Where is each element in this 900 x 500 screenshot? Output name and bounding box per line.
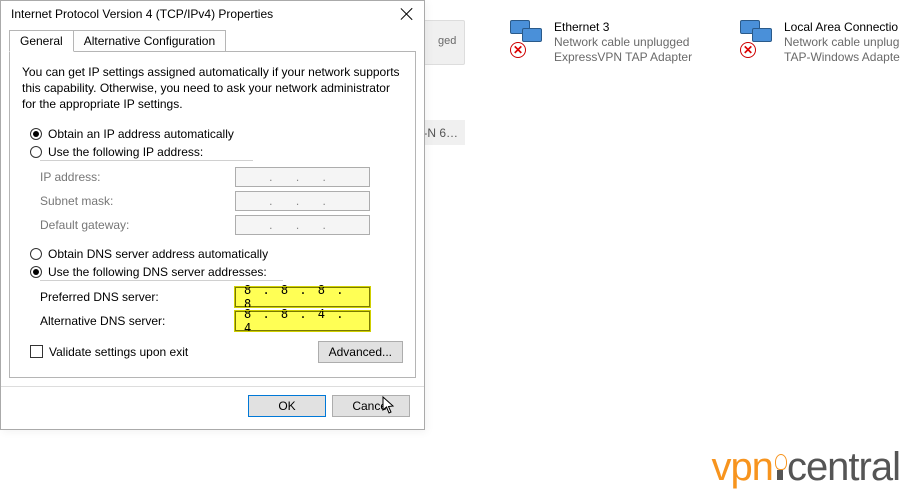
adapter-name: Local Area Connectio [784, 20, 900, 35]
input-preferred-dns[interactable]: 8 . 8 . 8 . 8 [235, 287, 370, 307]
adapter-status: Network cable unplug [784, 35, 900, 50]
label-preferred-dns: Preferred DNS server: [40, 290, 235, 304]
radio-dns-manual-row[interactable]: Use the following DNS server addresses: [30, 265, 403, 279]
intro-text: You can get IP settings assigned automat… [22, 64, 403, 113]
adapter-status: Network cable unplugged [554, 35, 692, 50]
label-subnet-mask: Subnet mask: [40, 194, 235, 208]
checkbox-validate[interactable] [30, 345, 43, 358]
adapter-item-ethernet3[interactable]: ✕ Ethernet 3 Network cable unplugged Exp… [510, 20, 692, 65]
checkbox-validate-label: Validate settings upon exit [49, 345, 188, 359]
tab-general[interactable]: General [9, 30, 74, 52]
input-default-gateway: . . . [235, 215, 370, 235]
tab-strip: General Alternative Configuration [9, 30, 416, 52]
input-subnet-mask: . . . [235, 191, 370, 211]
network-adapter-icon: ✕ [510, 20, 548, 58]
tab-alternative-configuration[interactable]: Alternative Configuration [73, 30, 226, 52]
cancel-button[interactable]: Cancel [332, 395, 410, 417]
advanced-button[interactable]: Advanced... [318, 341, 403, 363]
radio-ip-manual[interactable] [30, 146, 42, 158]
watermark-logo: vpncentral [711, 445, 900, 490]
radio-dns-auto-row[interactable]: Obtain DNS server address automatically [30, 247, 403, 261]
adapter-driver: ExpressVPN TAP Adapter [554, 50, 692, 65]
ok-button[interactable]: OK [248, 395, 326, 417]
radio-ip-manual-label: Use the following IP address: [48, 145, 203, 159]
dialog-actions: OK Cancel [1, 387, 424, 429]
adapter-name: Ethernet 3 [554, 20, 692, 35]
ipv4-properties-dialog: Internet Protocol Version 4 (TCP/IPv4) P… [0, 0, 425, 430]
disconnected-x-icon: ✕ [740, 42, 756, 58]
dialog-titlebar[interactable]: Internet Protocol Version 4 (TCP/IPv4) P… [1, 1, 424, 29]
radio-dns-manual[interactable] [30, 266, 42, 278]
input-ip-address: . . . [235, 167, 370, 187]
adapter-truncated-status: ged [438, 35, 456, 47]
radio-dns-auto[interactable] [30, 248, 42, 260]
bulb-icon [773, 454, 787, 484]
input-alternative-dns[interactable]: 8 . 8 . 4 . 4 [235, 311, 370, 331]
radio-ip-manual-row[interactable]: Use the following IP address: [30, 145, 403, 159]
radio-dns-auto-label: Obtain DNS server address automatically [48, 247, 268, 261]
label-ip-address: IP address: [40, 170, 235, 184]
adapter-driver: TAP-Windows Adapte [784, 50, 900, 65]
radio-dns-manual-label: Use the following DNS server addresses: [48, 265, 267, 279]
radio-ip-auto-row[interactable]: Obtain an IP address automatically [30, 127, 403, 141]
network-adapter-icon: ✕ [740, 20, 778, 58]
label-alternative-dns: Alternative DNS server: [40, 314, 235, 328]
radio-ip-auto-label: Obtain an IP address automatically [48, 127, 234, 141]
adapter-item-lan[interactable]: ✕ Local Area Connectio Network cable unp… [740, 20, 900, 65]
tab-panel-general: You can get IP settings assigned automat… [9, 51, 416, 378]
dialog-title: Internet Protocol Version 4 (TCP/IPv4) P… [11, 7, 273, 21]
disconnected-x-icon: ✕ [510, 42, 526, 58]
close-icon[interactable] [400, 7, 414, 21]
radio-ip-auto[interactable] [30, 128, 42, 140]
label-default-gateway: Default gateway: [40, 218, 235, 232]
